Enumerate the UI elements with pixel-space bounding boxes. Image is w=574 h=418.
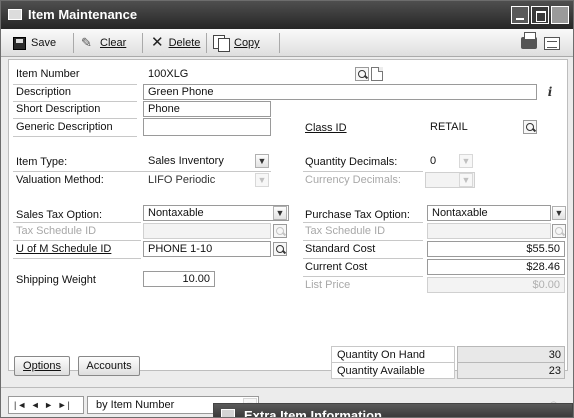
quantity-available-label: Quantity Available bbox=[331, 362, 455, 379]
row-divider bbox=[13, 222, 141, 223]
quantity-on-hand-label: Quantity On Hand bbox=[331, 346, 455, 363]
copy-icon bbox=[213, 35, 230, 52]
save-icon bbox=[13, 36, 26, 50]
toolbar: Save ✎ Clear ✕ Delete Copy bbox=[1, 29, 573, 57]
purchase-tax-schedule-lookup-icon bbox=[552, 224, 566, 238]
short-description-field[interactable]: Phone bbox=[143, 101, 271, 117]
sales-tax-option-label: Sales Tax Option: bbox=[16, 209, 103, 221]
short-description-label: Short Description bbox=[16, 103, 101, 115]
toolbar-separator bbox=[206, 33, 207, 53]
delete-x-icon: ✕ bbox=[151, 34, 164, 51]
valuation-dropdown-icon: ▼ bbox=[255, 173, 269, 187]
quantity-on-hand-value: 30 bbox=[457, 346, 565, 363]
class-lookup-icon[interactable] bbox=[523, 120, 537, 134]
uofm-schedule-field[interactable]: PHONE 1-10 bbox=[143, 241, 271, 257]
toolbar-separator bbox=[279, 33, 280, 53]
eraser-icon: ✎ bbox=[81, 35, 92, 50]
item-number-field[interactable]: 100XLG bbox=[143, 66, 353, 82]
generic-description-field[interactable] bbox=[143, 118, 271, 136]
extra-item-information-window[interactable]: Extra Item Information bbox=[213, 403, 573, 418]
record-navigation-buttons[interactable]: |◄ ◄ ► ►| bbox=[8, 396, 84, 414]
row-divider bbox=[303, 240, 423, 241]
purchase-tax-option-select[interactable]: Nontaxable bbox=[427, 205, 551, 221]
item-number-label: Item Number bbox=[16, 68, 80, 80]
sales-tax-dropdown-icon[interactable]: ▼ bbox=[273, 206, 287, 220]
purchase-tax-option-label: Purchase Tax Option: bbox=[305, 209, 410, 221]
current-cost-field[interactable]: $28.46 bbox=[427, 259, 565, 275]
currency-decimals-dropdown-icon: ▼ bbox=[459, 173, 473, 187]
print-icon[interactable] bbox=[521, 32, 537, 49]
popup-title: Extra Item Information bbox=[244, 408, 382, 418]
minimize-button[interactable] bbox=[511, 6, 529, 24]
item-lookup-icon[interactable] bbox=[355, 67, 369, 81]
row-divider bbox=[303, 222, 423, 223]
row-divider bbox=[13, 240, 141, 241]
description-label: Description bbox=[16, 86, 72, 98]
item-type-dropdown-icon[interactable]: ▼ bbox=[255, 154, 269, 168]
item-type-label: Item Type: bbox=[16, 156, 68, 168]
uofm-schedule-label[interactable]: U of M Schedule ID bbox=[16, 243, 111, 255]
uofm-lookup-icon[interactable] bbox=[273, 242, 287, 256]
notes-list-icon[interactable] bbox=[544, 37, 560, 50]
sales-tax-schedule-field bbox=[143, 223, 271, 239]
sales-tax-schedule-lookup-icon bbox=[273, 224, 287, 238]
popup-window-icon bbox=[221, 409, 235, 417]
item-maintenance-window: Item Maintenance Save ✎ Clear ✕ Delete C… bbox=[0, 0, 574, 418]
row-divider bbox=[13, 84, 137, 85]
generic-description-label: Generic Description bbox=[16, 121, 113, 133]
row-divider bbox=[13, 101, 137, 102]
row-divider bbox=[303, 276, 423, 277]
sort-by-value: by Item Number bbox=[96, 399, 175, 411]
window-icon bbox=[8, 9, 22, 20]
class-id-field[interactable]: RETAIL bbox=[425, 119, 521, 135]
purchase-tax-schedule-label: Tax Schedule ID bbox=[305, 225, 386, 237]
list-price-label: List Price bbox=[305, 279, 351, 291]
delete-label: Delete bbox=[168, 37, 201, 49]
copy-button[interactable]: Copy bbox=[213, 35, 260, 52]
quantity-decimals-dropdown-icon: ▼ bbox=[459, 154, 473, 168]
shipping-weight-label: Shipping Weight bbox=[16, 274, 96, 286]
toolbar-separator bbox=[73, 33, 74, 53]
row-divider bbox=[13, 118, 137, 119]
quantity-decimals-label: Quantity Decimals: bbox=[305, 156, 398, 168]
standard-cost-field[interactable]: $55.50 bbox=[427, 241, 565, 257]
purchase-tax-schedule-field bbox=[427, 223, 551, 239]
item-note-icon[interactable] bbox=[371, 67, 383, 81]
options-label: Options bbox=[23, 360, 61, 372]
sales-tax-option-select[interactable]: Nontaxable bbox=[143, 205, 289, 221]
window-title: Item Maintenance bbox=[28, 7, 138, 22]
toolbar-separator bbox=[142, 33, 143, 53]
purchase-tax-dropdown-icon[interactable]: ▼ bbox=[552, 206, 566, 220]
list-price-field: $0.00 bbox=[427, 277, 565, 293]
valuation-method-select[interactable]: LIFO Periodic bbox=[143, 172, 271, 188]
class-id-label[interactable]: Class ID bbox=[305, 122, 347, 134]
sales-tax-schedule-label: Tax Schedule ID bbox=[16, 225, 97, 237]
currency-decimals-label: Currency Decimals: bbox=[305, 174, 401, 186]
description-field[interactable]: Green Phone bbox=[143, 84, 537, 100]
row-divider bbox=[303, 258, 423, 259]
item-form: Item Number 100XLG Description Green Pho… bbox=[8, 59, 568, 379]
maximize-button[interactable] bbox=[531, 6, 549, 24]
row-divider bbox=[303, 171, 423, 172]
save-button[interactable]: Save bbox=[13, 35, 56, 51]
item-type-select[interactable]: Sales Inventory bbox=[143, 153, 271, 169]
clear-button[interactable]: ✎ Clear bbox=[81, 35, 126, 51]
title-bar: Item Maintenance bbox=[1, 1, 573, 29]
current-cost-label: Current Cost bbox=[305, 261, 368, 273]
accounts-label: Accounts bbox=[86, 360, 132, 372]
quantity-available-value: 23 bbox=[457, 362, 565, 379]
valuation-method-label: Valuation Method: bbox=[16, 174, 104, 186]
info-icon[interactable]: i bbox=[543, 85, 557, 99]
accounts-button[interactable]: Accounts bbox=[78, 356, 140, 376]
shipping-weight-field[interactable]: 10.00 bbox=[143, 271, 215, 287]
save-label: Save bbox=[31, 37, 57, 49]
row-divider bbox=[13, 136, 137, 137]
options-button[interactable]: Options bbox=[14, 356, 70, 376]
delete-button[interactable]: ✕ Delete bbox=[151, 35, 200, 51]
standard-cost-label: Standard Cost bbox=[305, 243, 376, 255]
clear-label: Clear bbox=[100, 37, 127, 49]
copy-label: Copy bbox=[234, 37, 260, 49]
close-button[interactable] bbox=[551, 6, 569, 24]
row-divider bbox=[13, 258, 141, 259]
